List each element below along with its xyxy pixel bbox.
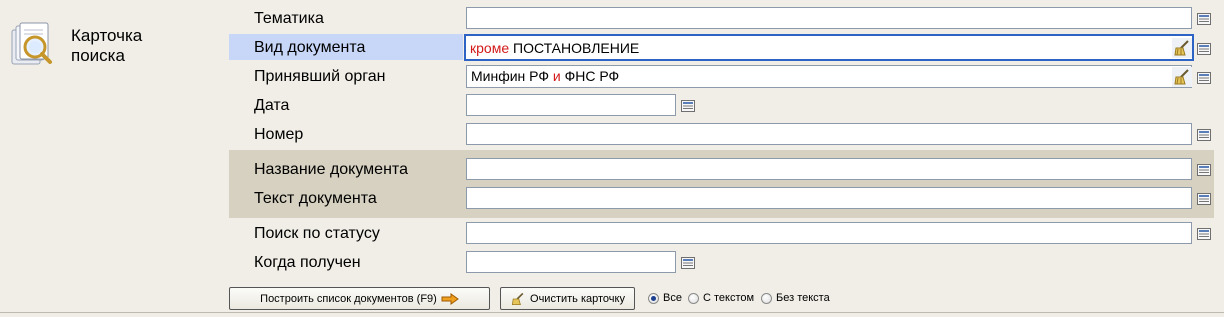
radio-dot xyxy=(688,292,699,304)
organ-value-a: Минфин РФ xyxy=(471,68,549,84)
broom-icon xyxy=(511,292,524,305)
calendar-picker-icon[interactable] xyxy=(681,99,695,117)
label-poluchen: Когда получен xyxy=(254,254,361,271)
radio-without-text-label: Без текста xyxy=(776,292,830,304)
build-list-button[interactable]: Построить список документов (F9) xyxy=(229,287,490,310)
label-tematika: Тематика xyxy=(254,10,324,27)
radio-with-text-label: С текстом xyxy=(703,292,755,304)
arrow-right-icon xyxy=(441,292,459,305)
calendar-picker-icon[interactable] xyxy=(681,256,695,274)
tekst-field[interactable] xyxy=(466,187,1192,209)
list-picker-icon[interactable] xyxy=(1197,128,1211,146)
clear-card-button[interactable]: Очистить карточку xyxy=(500,287,635,310)
organ-value-b: ФНС РФ xyxy=(564,68,620,84)
list-picker-icon[interactable] xyxy=(1197,163,1211,181)
tematika-field[interactable] xyxy=(466,7,1192,29)
label-vid-dokumenta: Вид документа xyxy=(254,39,366,56)
list-picker-icon[interactable] xyxy=(1197,71,1211,89)
card-title-line1: Карточка xyxy=(71,26,143,45)
build-list-label: Построить список документов (F9) xyxy=(260,292,437,305)
radio-all[interactable]: Все xyxy=(648,292,682,304)
nazvanie-field[interactable] xyxy=(466,158,1192,180)
vid-operator: кроме xyxy=(470,40,510,56)
label-nomer: Номер xyxy=(254,126,304,143)
status-field[interactable] xyxy=(466,222,1192,244)
list-picker-icon[interactable] xyxy=(1197,12,1211,30)
label-tekst: Текст документа xyxy=(254,190,377,207)
radio-dot xyxy=(761,292,772,304)
label-status: Поиск по статусу xyxy=(254,225,380,242)
clear-card-label: Очистить карточку xyxy=(530,292,625,305)
nomer-field[interactable] xyxy=(466,123,1192,145)
label-organ: Принявший орган xyxy=(254,68,386,85)
radio-dot xyxy=(648,292,659,304)
broom-icon[interactable] xyxy=(1172,38,1192,58)
vid-dokumenta-field[interactable]: кроме ПОСТАНОВЛЕНИЕ xyxy=(464,34,1194,61)
broom-icon[interactable] xyxy=(1172,67,1192,87)
poluchen-field[interactable] xyxy=(466,251,676,273)
data-field[interactable] xyxy=(466,94,676,116)
list-picker-icon[interactable] xyxy=(1197,192,1211,210)
label-data: Дата xyxy=(254,97,290,114)
vid-value: ПОСТАНОВЛЕНИЕ xyxy=(513,40,640,56)
search-card-icon xyxy=(10,22,60,74)
card-title: Карточка поиска xyxy=(71,26,191,66)
label-nazvanie: Название документа xyxy=(254,161,408,178)
radio-with-text[interactable]: С текстом xyxy=(688,292,754,304)
radio-without-text[interactable]: Без текста xyxy=(761,292,830,304)
list-picker-icon[interactable] xyxy=(1197,42,1211,60)
radio-all-label: Все xyxy=(663,292,682,304)
card-title-line2: поиска xyxy=(71,46,125,65)
organ-operator: и xyxy=(552,68,561,84)
bottom-divider xyxy=(0,312,1224,313)
list-picker-icon[interactable] xyxy=(1197,227,1211,245)
organ-field[interactable]: Минфин РФ и ФНС РФ xyxy=(466,65,1192,88)
